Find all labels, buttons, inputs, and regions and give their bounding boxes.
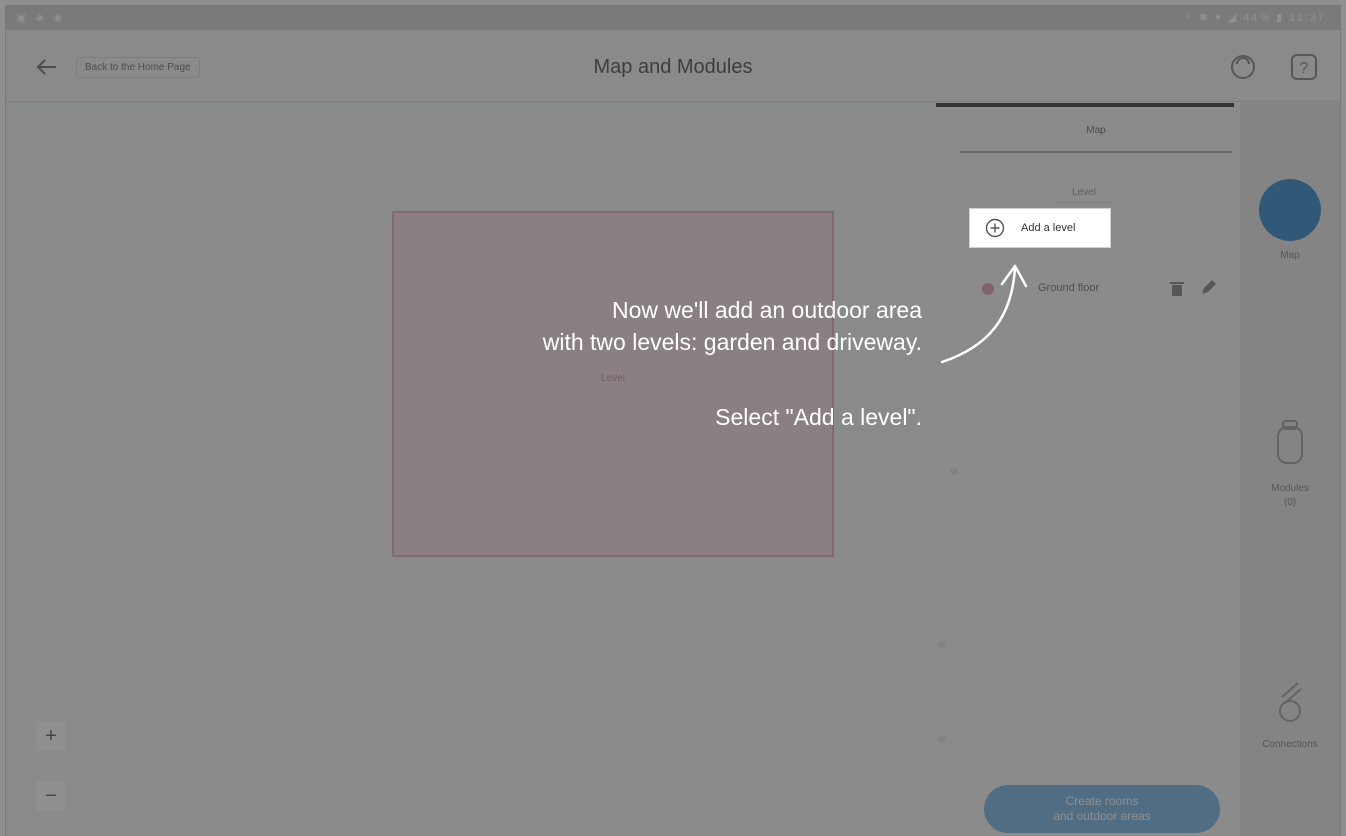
tutorial-instruction: Select "Add a level". [715,404,922,430]
help-icon[interactable]: ? [1289,52,1319,82]
svg-text:?: ? [1300,60,1309,77]
curved-arrow-icon [940,264,1028,364]
nav-item-label: Modules (0) [1240,482,1340,510]
add-level-label: Add a level [1021,222,1076,234]
tab-map[interactable]: Map [960,125,1232,136]
cta-line-2: and outdoor areas [1053,809,1151,823]
add-level-button[interactable]: Add a level [970,209,1110,247]
create-rooms-button[interactable]: Create rooms and outdoor areas [984,785,1220,833]
scroll-indicator [938,735,946,743]
nav-item-label-line2: (0) [1283,497,1297,508]
map-icon [1259,179,1321,241]
level-room-area[interactable]: Level [392,211,834,557]
scroll-indicator [950,467,958,475]
page-title: Map and Modules [593,56,753,78]
tutorial-callout: Now we'll add an outdoor area with two l… [543,294,922,358]
module-icon [1277,420,1303,464]
nav-item-map[interactable]: Map [1240,179,1340,263]
app-window: ▣ ◈ ◉ ⚡ ✱ ▾ ◢ 44% ▮ 11:37 Back to the Ho… [6,6,1340,836]
zoom-out-button[interactable]: − [36,781,66,811]
nav-item-label: Map [1280,250,1300,261]
status-left-icons: ▣ ◈ ◉ [16,12,66,24]
cta-line-1: Create rooms [1065,794,1139,808]
zoom-in-button[interactable]: + [36,721,66,751]
nav-item-label: Connections [1262,739,1318,750]
nav-item-connections[interactable]: Connections [1240,675,1340,752]
pencil-icon[interactable] [1200,280,1216,296]
nav-item-label-line1: Modules [1271,483,1309,494]
tutorial-line-1: Now we'll add an outdoor area [612,297,922,323]
plus-circle-icon [985,218,1005,238]
tutorial-line-2: with two levels: garden and driveway. [542,329,922,355]
vertical-nav: Map Modules (0) Connections [1240,103,1340,836]
status-bar: ▣ ◈ ◉ ⚡ ✱ ▾ ◢ 44% ▮ 11:37 [6,6,1340,30]
status-right: ⚡ ✱ ▾ ◢ 44% ▮ 11:37 [1183,12,1326,24]
map-canvas[interactable]: Level + − [6,103,936,836]
connections-icon [1279,682,1302,722]
level-header: Level [1054,183,1114,203]
scroll-indicator [938,641,946,649]
app-header: Back to the Home Page Map and Modules ? [6,30,1340,102]
support-icon[interactable] [1228,52,1258,82]
nav-item-modules[interactable]: Modules (0) [1240,419,1340,510]
tab-underline [960,151,1232,153]
panel-top-line [936,103,1234,107]
room-label: Level [601,373,625,384]
level-name: Ground floor [1038,282,1100,294]
trash-icon[interactable] [1170,281,1184,297]
